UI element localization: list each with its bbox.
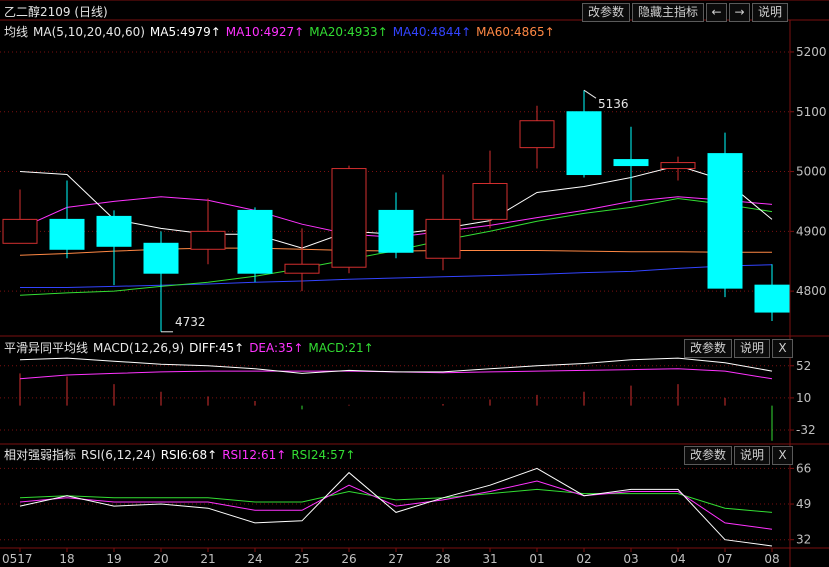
main-y-tick-label: 5200 [796,45,827,59]
rsi-legend: 相对强弱指标 RSI(6,12,24) RSI6:68↑ RSI12:61↑ RSI24… [4,446,360,463]
main-y-tick-label: 5000 [796,165,827,179]
stock-chart: 5200 5100 5000 4900 4800 4732 5136 52 10 -32 66 49 3… [0,0,829,567]
main-y-tick-label: 4800 [796,284,827,298]
x-tick-label: 28 [435,552,450,566]
x-tick-label: 04 [670,552,685,566]
candle-up [331,168,367,268]
low-annotation: 4732 [175,315,206,329]
ma10-value: MA10:4927↑ [225,25,305,39]
x-tick-label: 25 [294,552,309,566]
candle-up [519,120,555,149]
rsi-close-icon[interactable]: X [772,446,794,465]
main-y-tick-label: 5100 [796,105,827,119]
candle-up [472,183,508,220]
prev-arrow-icon[interactable]: ← [706,3,728,22]
macd-y-tick-label: -32 [796,423,816,437]
candle-up [190,230,226,250]
ma5-value: MA5:4979↑ [149,25,221,39]
candle-up [425,218,461,259]
high-annotation: 5136 [598,97,629,111]
change-params-button[interactable]: 改参数 [582,3,631,22]
candle-down [143,242,179,274]
x-tick-label: 26 [341,552,356,566]
macd-legend-name: 平滑异同平均线 [4,341,89,355]
x-tick-label: 02 [576,552,591,566]
x-tick-label: 31 [482,552,497,566]
rsi-y-tick-label: 49 [796,497,811,511]
main-toolbar: 改参数 隐藏主指标 ← → 说明 [582,3,789,22]
x-tick-label: 18 [59,552,74,566]
high-annotation-leader [583,89,597,99]
rsi6-value: RSI6:68↑ [160,448,218,462]
main-y-tick-label: 4900 [796,224,827,238]
candle-up [284,263,320,274]
dea-line [19,368,773,380]
x-tick-label: 08 [764,552,779,566]
candle-up [660,162,696,170]
ma20-value: MA20:4933↑ [309,25,388,39]
rsi-toolbar: 改参数 说明 X [684,446,794,465]
next-arrow-icon[interactable]: → [729,3,751,22]
candle-down [754,284,790,313]
macd-value: MACD:21↑ [308,341,374,355]
candle-down [49,218,85,250]
candle-down [707,153,743,289]
hide-main-indicator-button[interactable]: 隐藏主指标 [632,3,705,22]
x-tick-label: 24 [247,552,262,566]
x-tick-label: 20 [153,552,168,566]
macd-legend-formula: MACD(12,26,9) [93,341,185,355]
candle-down [378,209,414,253]
x-tick-label: 01 [529,552,544,566]
ma-legend-name: 均线 [4,25,29,39]
candle-down [566,111,602,176]
x-tick-label: 07 [717,552,732,566]
candle-down [96,215,132,247]
macd-change-params-button[interactable]: 改参数 [684,339,733,358]
ma60-value: MA60:4865↑ [476,25,555,39]
help-button[interactable]: 说明 [752,3,789,22]
x-tick-label: 03 [623,552,638,566]
rsi-y-tick-label: 66 [796,461,811,475]
ma-legend: 均线 MA(5,10,20,40,60) MA5:4979↑ MA10:4927↑ MA… [4,23,560,40]
ma40-line [20,264,773,288]
rsi24-value: RSI24:57↑ [291,448,356,462]
macd-close-icon[interactable]: X [772,339,794,358]
rsi-legend-name: 相对强弱指标 [4,448,77,462]
macd-y-tick-label: 52 [796,359,811,373]
macd-y-tick-label: 10 [796,391,811,405]
rsi12-value: RSI12:61↑ [222,448,287,462]
rsi-change-params-button[interactable]: 改参数 [684,446,733,465]
candle-up [2,218,38,244]
x-tick-label: 21 [200,552,215,566]
rsi-legend-formula: RSI(6,12,24) [81,448,156,462]
rsi24-line [19,488,773,513]
x-tick-label: 27 [388,552,403,566]
candle-down [237,209,273,274]
macd-legend: 平滑异同平均线 MACD(12,26,9) DIFF:45↑ DEA:35↑ MACD:… [4,339,379,356]
candle-down [613,159,649,167]
macd-help-button[interactable]: 说明 [734,339,771,358]
chart-title: 乙二醇2109 (日线) [4,5,108,19]
x-tick-label: 0517 [2,552,33,566]
rsi6-line [19,467,773,547]
macd-toolbar: 改参数 说明 X [684,339,794,358]
dea-value: DEA:35↑ [249,341,304,355]
rsi-y-tick-label: 32 [796,533,811,547]
ma-legend-formula: MA(5,10,20,40,60) [33,25,145,39]
diff-value: DIFF:45↑ [189,341,245,355]
rsi-help-button[interactable]: 说明 [734,446,771,465]
ma40-value: MA40:4844↑ [392,25,472,39]
x-tick-label: 19 [106,552,121,566]
